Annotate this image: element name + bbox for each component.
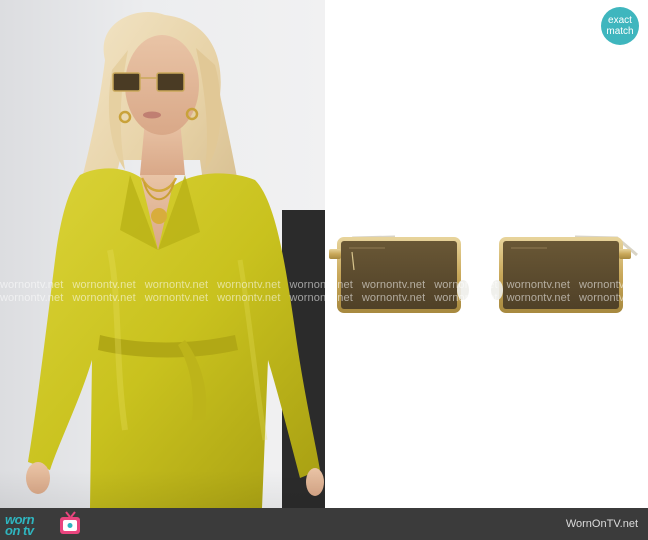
watermark-text: wornontv.net xyxy=(361,292,426,304)
watermark-text: wornontv.net xyxy=(0,279,64,291)
match-badge-line2: match xyxy=(606,26,634,37)
tv-icon xyxy=(60,511,80,534)
watermark-text: wornontv.net xyxy=(217,292,281,304)
watermark-row-2: wornontv.net wornontv.net wornontv.net worn… xyxy=(0,292,648,304)
watermark-text: wornontv.net xyxy=(289,292,353,304)
watermark-text: wornontv.net xyxy=(579,279,643,291)
woman-figure xyxy=(26,12,324,508)
exact-match-badge: exact match xyxy=(601,7,639,45)
logo-ontv-text: on tv xyxy=(5,523,34,538)
match-badge-line1: exact xyxy=(608,15,632,26)
watermark-text: wornontv.net xyxy=(72,279,136,291)
watermark-text: wornontv.net xyxy=(72,292,136,304)
watermark-text: wornontv.net xyxy=(289,279,353,291)
watermark-text: wornontv.net xyxy=(579,292,643,304)
footer-bar xyxy=(0,508,648,540)
watermark-text: wornontv.net xyxy=(434,279,498,291)
floor-shadow xyxy=(0,470,325,508)
watermark-text: wornontv.net xyxy=(144,279,209,291)
watermark-text: wornontv.net xyxy=(217,279,281,291)
watermark-text: wornontv.net xyxy=(506,279,570,291)
product-photo xyxy=(325,0,648,508)
watermark-text: wornontv.net xyxy=(506,292,570,304)
watermark-text: wornontv.net xyxy=(144,292,209,304)
site-name: WornOnTV.net xyxy=(565,518,638,530)
sunglasses-product xyxy=(329,235,638,313)
watermark-text: wornontv.net xyxy=(434,292,498,304)
watermark-row-1: wornontv.net wornontv.net wornontv.net worn… xyxy=(0,279,648,291)
outfit-photo xyxy=(0,0,325,508)
watermark-text: wornontv.net xyxy=(361,279,426,291)
watermark-text: wornontv.net xyxy=(0,292,64,304)
